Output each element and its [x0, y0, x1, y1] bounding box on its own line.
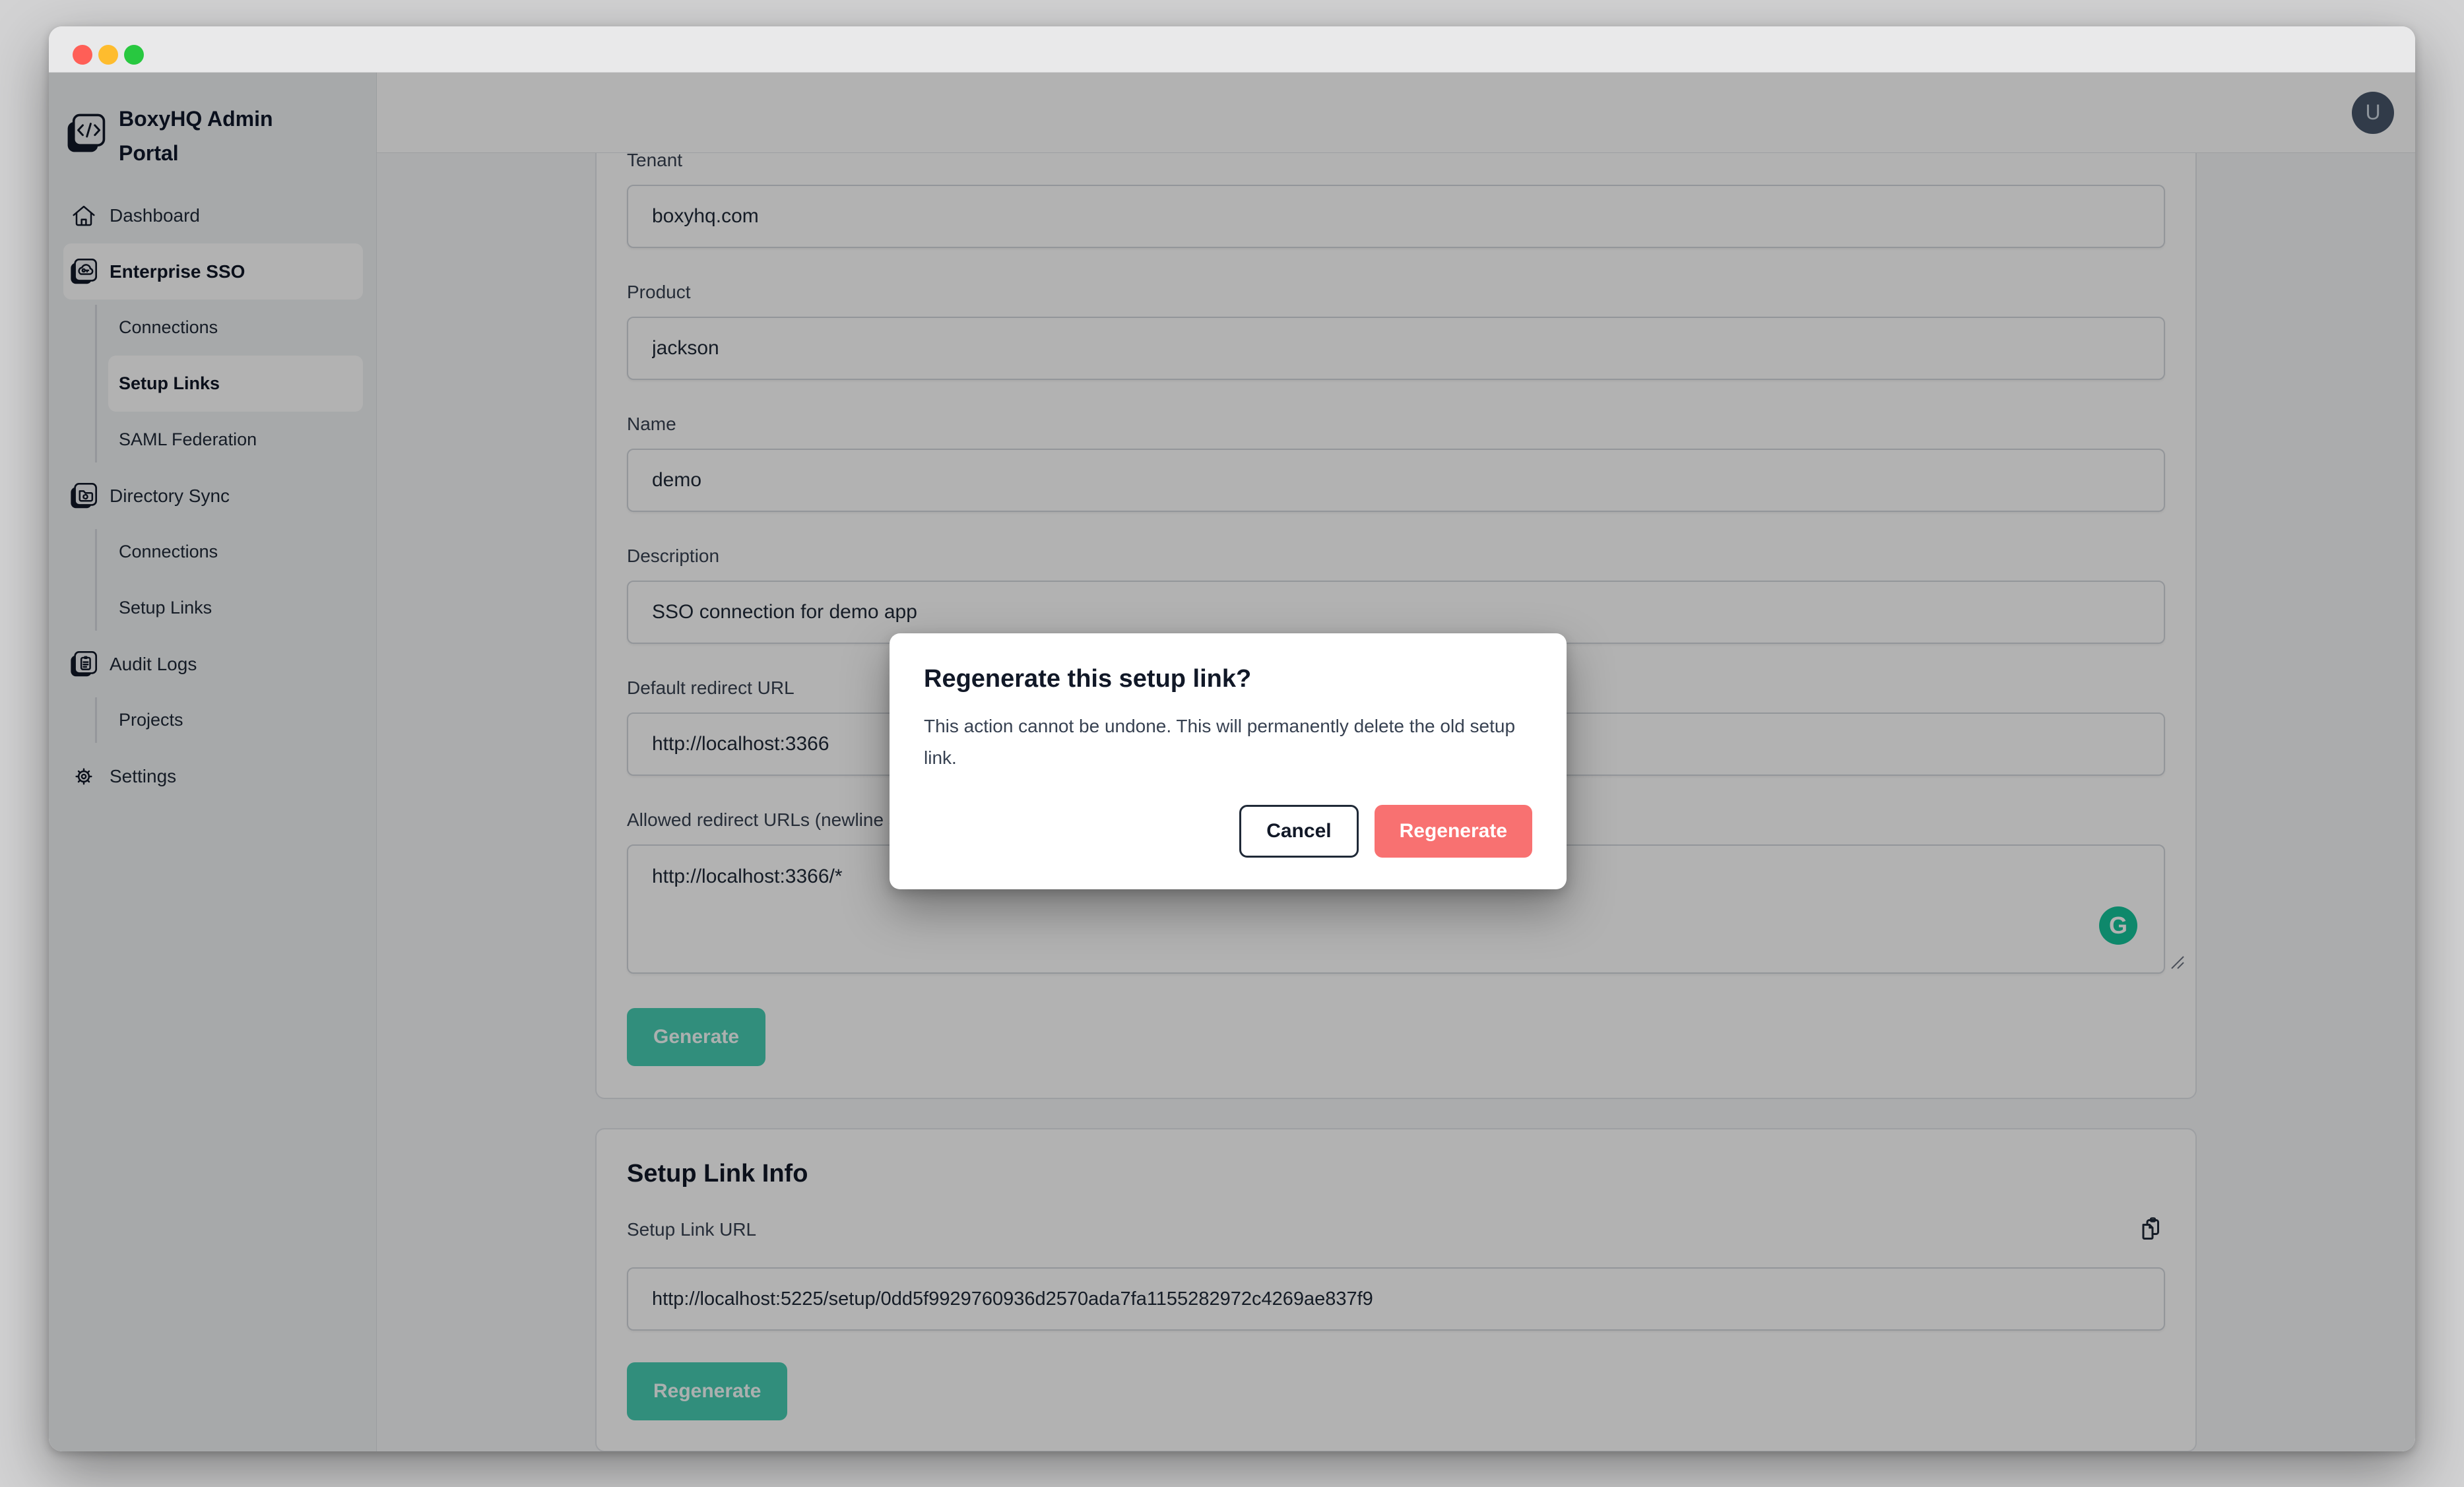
minimize-window-button[interactable] — [98, 45, 118, 65]
app-window: BoxyHQ Admin Portal Dashboard — [49, 26, 2415, 1451]
confirm-regenerate-button[interactable]: Regenerate — [1375, 805, 1532, 858]
cancel-button[interactable]: Cancel — [1239, 805, 1358, 858]
close-window-button[interactable] — [73, 45, 92, 65]
regenerate-confirm-dialog: Regenerate this setup link? This action … — [890, 633, 1567, 889]
dialog-title: Regenerate this setup link? — [924, 665, 1532, 693]
dialog-actions: Cancel Regenerate — [924, 805, 1532, 858]
macos-titlebar — [49, 26, 2415, 73]
dialog-body: This action cannot be undone. This will … — [924, 711, 1532, 774]
zoom-window-button[interactable] — [124, 45, 144, 65]
